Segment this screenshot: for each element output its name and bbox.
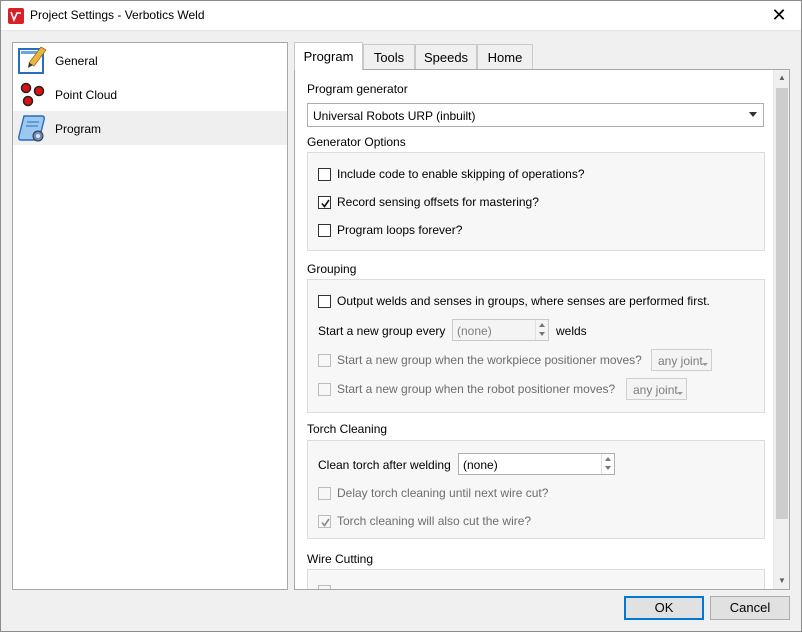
- grouping-group: Output welds and senses in groups, where…: [307, 279, 765, 413]
- spinbox-value: (none): [463, 458, 498, 472]
- option-label: Start a new group when the workpiece pos…: [337, 353, 642, 367]
- tab-tools[interactable]: Tools: [363, 44, 415, 70]
- nav-item-program[interactable]: Program: [13, 111, 287, 145]
- point-cloud-icon: [17, 79, 47, 109]
- robot-joint-combo[interactable]: any joint: [626, 378, 687, 400]
- generator-options-group: Include code to enable skipping of opera…: [307, 152, 765, 251]
- scroll-up-icon[interactable]: ▲: [774, 70, 789, 86]
- torch-cleaning-group: Clean torch after welding (none) Delay t…: [307, 440, 765, 539]
- spin-arrows-icon[interactable]: [535, 320, 548, 340]
- checkbox[interactable]: [318, 383, 331, 396]
- verbotics-logo-icon: [8, 8, 24, 24]
- option-label: Output welds and senses in groups, where…: [337, 294, 710, 308]
- clean-torch-spinbox[interactable]: (none): [458, 453, 615, 475]
- program-tab-panel: Program generator Universal Robots URP (…: [294, 69, 790, 590]
- program-generator-value: Universal Robots URP (inbuilt): [313, 109, 476, 123]
- nav-label-program: Program: [55, 122, 102, 136]
- combo-value: any joint: [633, 383, 678, 397]
- checkbox[interactable]: [318, 295, 331, 308]
- scrollbar-thumb[interactable]: [776, 88, 788, 519]
- checkbox[interactable]: [318, 515, 331, 528]
- chevron-down-icon: [677, 392, 683, 395]
- combo-value: any joint: [658, 354, 703, 368]
- program-generator-label: Program generator: [307, 82, 408, 96]
- checkbox[interactable]: [318, 354, 331, 367]
- tab-home[interactable]: Home: [477, 44, 533, 70]
- vertical-scrollbar[interactable]: ▲ ▼: [773, 70, 789, 589]
- nav-label-point-cloud: Point Cloud: [55, 88, 118, 102]
- chevron-down-icon: [749, 112, 757, 117]
- new-group-spinbox[interactable]: (none): [452, 319, 549, 341]
- wire-cutting-group: [307, 569, 765, 589]
- grouping-title: Grouping: [307, 262, 357, 276]
- torch-cleaning-title: Torch Cleaning: [307, 422, 388, 436]
- close-icon[interactable]: ✕: [756, 0, 802, 31]
- title-bar: Project Settings - Verbotics Weld ✕: [0, 0, 802, 31]
- scroll-down-icon[interactable]: ▼: [774, 573, 789, 589]
- cancel-button[interactable]: Cancel: [710, 596, 790, 620]
- checkbox[interactable]: [318, 585, 331, 589]
- option-label: Torch cleaning will also cut the wire?: [337, 514, 532, 528]
- checkbox[interactable]: [318, 168, 331, 181]
- clean-torch-label: Clean torch after welding: [318, 458, 451, 472]
- generator-options-title: Generator Options: [307, 135, 406, 149]
- tab-speeds[interactable]: Speeds: [415, 44, 477, 70]
- nav-item-general[interactable]: General: [13, 43, 287, 77]
- chevron-down-icon: [702, 363, 708, 366]
- wire-cutting-title: Wire Cutting: [307, 552, 374, 566]
- pencil-paper-icon: [17, 45, 47, 75]
- option-label: Delay torch cleaning until next wire cut…: [337, 486, 549, 500]
- option-label: Record sensing offsets for mastering?: [337, 195, 539, 209]
- settings-nav: General Point Cloud Program: [12, 42, 288, 590]
- checkbox[interactable]: [318, 196, 331, 209]
- checkbox[interactable]: [318, 487, 331, 500]
- spin-arrows-icon[interactable]: [601, 454, 614, 474]
- window-title: Project Settings - Verbotics Weld: [30, 8, 205, 22]
- option-label: Include code to enable skipping of opera…: [337, 167, 585, 181]
- checkbox[interactable]: [318, 224, 331, 237]
- option-label: Program loops forever?: [337, 223, 463, 237]
- tab-program[interactable]: Program: [294, 42, 363, 70]
- program-generator-select[interactable]: Universal Robots URP (inbuilt): [307, 103, 764, 127]
- nav-item-point-cloud[interactable]: Point Cloud: [13, 77, 287, 111]
- workpiece-joint-combo[interactable]: any joint: [651, 349, 712, 371]
- ok-button[interactable]: OK: [624, 596, 704, 620]
- option-label: Start a new group when the robot positio…: [337, 382, 616, 396]
- new-group-label: Start a new group every: [318, 324, 446, 338]
- nav-label-general: General: [55, 54, 98, 68]
- program-scroll-icon: [17, 113, 47, 143]
- spinbox-value: (none): [457, 324, 492, 338]
- new-group-unit: welds: [556, 324, 587, 338]
